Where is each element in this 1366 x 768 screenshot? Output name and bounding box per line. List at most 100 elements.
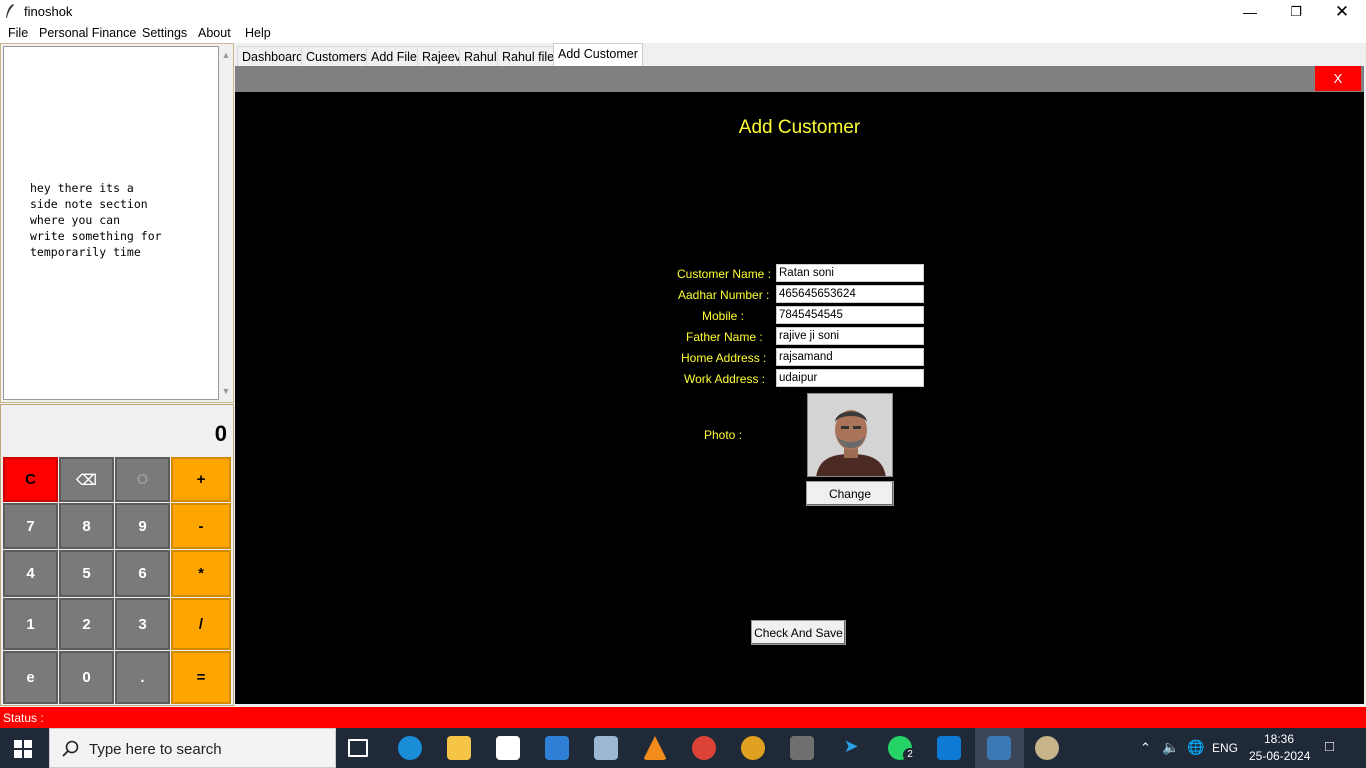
vlc-icon[interactable] xyxy=(643,736,667,760)
restore-icon: ❐ xyxy=(1290,4,1302,19)
close-tab-button[interactable]: X xyxy=(1315,66,1361,91)
minimize-button[interactable]: — xyxy=(1227,0,1273,24)
send-app-icon[interactable]: ➤ xyxy=(839,736,863,760)
title-bar: finoshok — ❐ ✕ xyxy=(0,0,1366,24)
whatsapp-badge: 2 xyxy=(903,748,917,762)
restore-button[interactable]: ❐ xyxy=(1273,0,1319,24)
python-app-taskbar-item[interactable] xyxy=(975,728,1024,768)
father-name-label: Father Name : xyxy=(686,330,763,344)
chevron-up-icon[interactable]: ⌃ xyxy=(1140,740,1151,756)
edge-browser-icon[interactable] xyxy=(398,736,422,760)
calc-key-4[interactable]: 4 xyxy=(3,550,58,597)
menu-bar: File Personal Finance Settings About Hel… xyxy=(0,24,1366,43)
calc-key-9[interactable]: 9 xyxy=(115,503,170,549)
calc-key-multiply[interactable]: * xyxy=(171,550,231,597)
customer-name-field[interactable]: Ratan soni xyxy=(776,264,924,282)
photo-label: Photo : xyxy=(704,428,743,442)
customer-photo xyxy=(807,393,893,477)
calc-key-0[interactable]: 0 xyxy=(59,651,114,704)
chrome-profile-icon[interactable] xyxy=(741,736,765,760)
side-notes-panel: hey there its a side note section where … xyxy=(0,43,234,403)
menu-settings[interactable]: Settings xyxy=(142,26,187,40)
customer-name-label: Customer Name : xyxy=(677,267,772,281)
calculator: 0 C ⌫ O + 7 8 9 - 4 5 6 * 1 2 3 / e 0 . … xyxy=(0,404,234,706)
calc-key-1[interactable]: 1 xyxy=(3,598,58,650)
close-icon: ✕ xyxy=(1334,2,1350,21)
tab-customers[interactable]: Customers xyxy=(301,46,372,66)
menu-file[interactable]: File xyxy=(8,26,28,40)
calc-key-clear[interactable]: C xyxy=(3,457,58,502)
calc-key-8[interactable]: 8 xyxy=(59,503,114,549)
notes-text: hey there its a side note section where … xyxy=(30,181,162,259)
person-photo-icon xyxy=(808,394,892,476)
calc-key-equals[interactable]: = xyxy=(171,651,231,704)
taskbar: Type here to search ➤ 2 ⌃ 🔈 🌐 ENG 18:36 … xyxy=(0,728,1366,768)
calculator-value: 0 xyxy=(214,421,227,446)
calc-key-plus[interactable]: + xyxy=(171,457,231,502)
change-photo-button[interactable]: Change xyxy=(806,481,894,506)
globe-icon[interactable]: 🌐 xyxy=(1187,739,1204,756)
work-address-label: Work Address : xyxy=(684,372,766,386)
calc-key-7[interactable]: 7 xyxy=(3,503,58,549)
tab-dashboard[interactable]: Dashboard xyxy=(237,46,309,66)
notes-scrollbar[interactable]: ▲ ▼ xyxy=(219,46,233,400)
calc-key-divide[interactable]: / xyxy=(171,598,231,650)
mail-icon[interactable] xyxy=(545,736,569,760)
notes-textarea[interactable]: hey there its a side note section where … xyxy=(3,46,219,400)
add-customer-panel: Add Customer Customer Name : Ratan soni … xyxy=(235,92,1364,704)
task-view-icon[interactable] xyxy=(348,739,368,757)
aadhar-number-label: Aadhar Number : xyxy=(678,288,770,302)
clock-date[interactable]: 25-06-2024 xyxy=(1249,749,1310,763)
search-icon xyxy=(62,740,79,757)
scroll-down-icon[interactable]: ▼ xyxy=(221,386,231,396)
aadhar-number-field[interactable]: 465645653624 xyxy=(776,285,924,303)
photos-icon[interactable] xyxy=(594,736,618,760)
calc-key-6[interactable]: 6 xyxy=(115,550,170,597)
menu-help[interactable]: Help xyxy=(245,26,271,40)
close-window-button[interactable]: ✕ xyxy=(1319,0,1365,24)
tab-add-customer[interactable]: Add Customer xyxy=(553,43,643,66)
work-address-field[interactable]: udaipur xyxy=(776,369,924,387)
volume-icon[interactable]: 🔈 xyxy=(1162,739,1179,756)
calculator-display: 0 xyxy=(3,407,231,457)
calc-key-minus[interactable]: - xyxy=(171,503,231,549)
whatsapp-icon[interactable]: 2 xyxy=(888,736,917,762)
tab-rahul-file[interactable]: Rahul file xyxy=(497,46,560,66)
vscode-icon[interactable] xyxy=(937,736,961,760)
calc-key-2[interactable]: 2 xyxy=(59,598,114,650)
father-name-field[interactable]: rajive ji soni xyxy=(776,327,924,345)
calc-key-e[interactable]: e xyxy=(3,651,58,704)
language-indicator[interactable]: ENG xyxy=(1212,741,1238,755)
calc-key-o[interactable]: O xyxy=(115,457,170,502)
check-and-save-button[interactable]: Check And Save xyxy=(751,620,846,645)
tab-header-band xyxy=(235,66,1364,92)
feather-icon xyxy=(6,4,14,18)
search-placeholder: Type here to search xyxy=(89,741,222,758)
status-text: Status : xyxy=(3,711,44,725)
calc-key-5[interactable]: 5 xyxy=(59,550,114,597)
home-address-field[interactable]: rajsamand xyxy=(776,348,924,366)
calc-key-backspace[interactable]: ⌫ xyxy=(59,457,114,502)
microsoft-store-icon[interactable] xyxy=(496,736,520,760)
taskbar-search[interactable]: Type here to search xyxy=(49,728,336,768)
home-address-label: Home Address : xyxy=(681,351,767,365)
notification-icon[interactable]: □ xyxy=(1325,738,1334,755)
page-title: Add Customer xyxy=(738,117,861,138)
menu-personal-finance[interactable]: Personal Finance xyxy=(39,26,136,40)
app-title: finoshok xyxy=(24,4,73,19)
clock-time[interactable]: 18:36 xyxy=(1264,732,1294,746)
calc-key-3[interactable]: 3 xyxy=(115,598,170,650)
windows-start-icon[interactable] xyxy=(14,740,32,758)
scroll-up-icon[interactable]: ▲ xyxy=(221,50,231,60)
status-bar: Status : xyxy=(0,707,1366,728)
file-explorer-icon[interactable] xyxy=(447,736,471,760)
chrome-icon[interactable] xyxy=(692,736,716,760)
menu-about[interactable]: About xyxy=(198,26,231,40)
calculator-app-icon[interactable] xyxy=(790,736,814,760)
paint-icon[interactable] xyxy=(1035,736,1059,760)
mobile-field[interactable]: 7845454545 xyxy=(776,306,924,324)
tab-rahul[interactable]: Rahul xyxy=(459,46,502,66)
tab-add-file[interactable]: Add File xyxy=(366,46,422,66)
calc-key-dot[interactable]: . xyxy=(115,651,170,704)
tab-bar: Dashboard Customers Add File Rajeev Rahu… xyxy=(235,43,1366,66)
